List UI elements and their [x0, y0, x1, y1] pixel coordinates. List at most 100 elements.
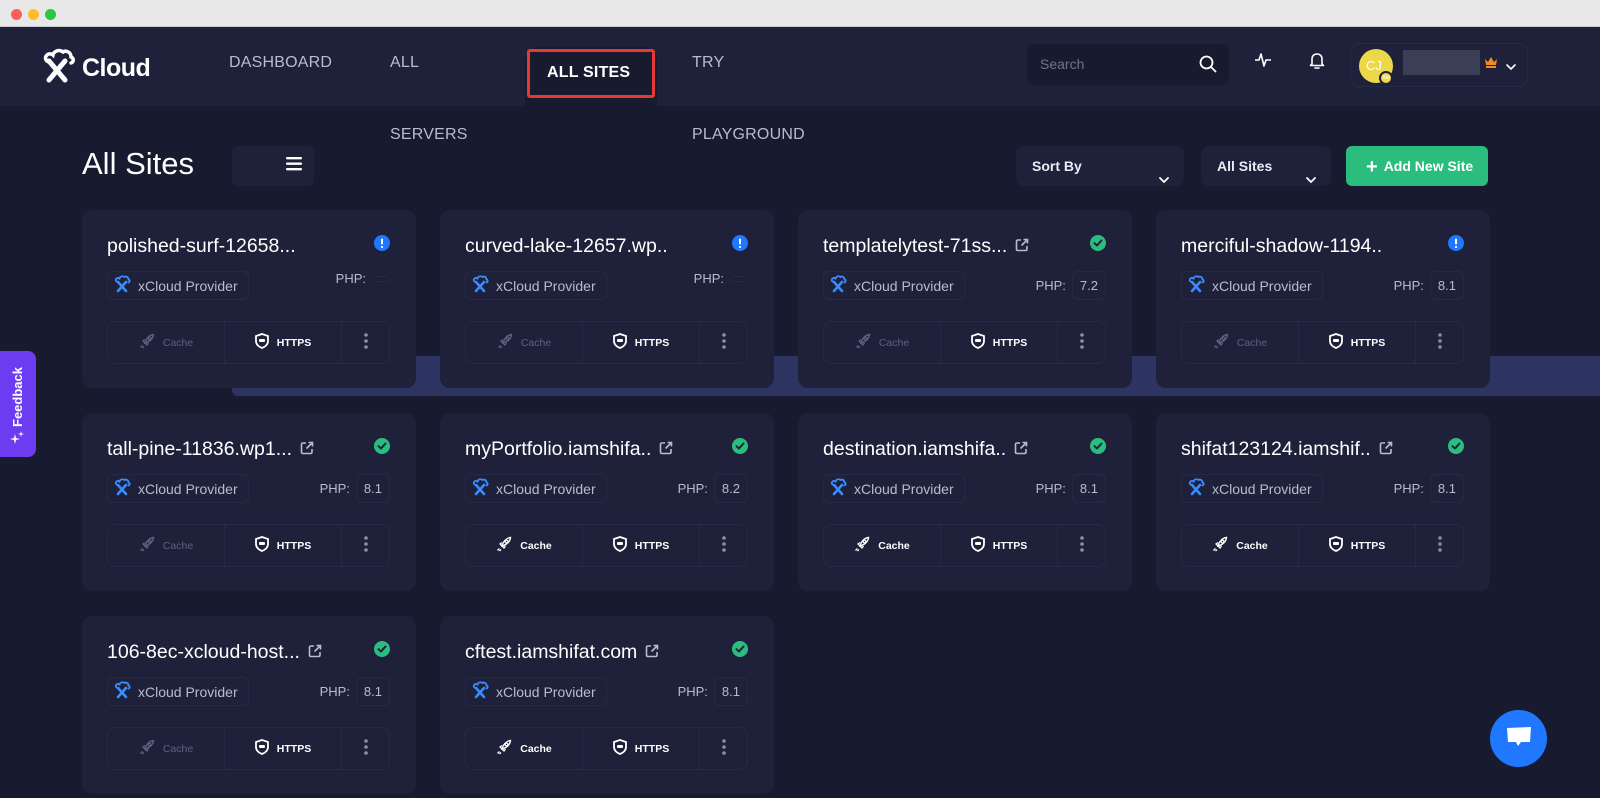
window-close-button[interactable]	[11, 9, 22, 20]
site-card[interactable]: cftest.iamshifat.com xCloud Provider PHP…	[440, 616, 774, 794]
cache-button[interactable]: Cache	[1182, 525, 1299, 566]
https-label: HTTPS	[634, 539, 670, 552]
site-card[interactable]: templatelytest-71ss... xCloud Provider P…	[798, 210, 1132, 388]
bell-icon[interactable]	[1308, 51, 1326, 75]
site-card[interactable]: merciful-shadow-1194.. xCloud Provider P…	[1156, 210, 1490, 388]
search-icon[interactable]	[1199, 55, 1217, 78]
nav-all-sites[interactable]: ALL SITES	[525, 47, 657, 106]
site-card[interactable]: myPortfolio.iamshifa.. xCloud Provider P…	[440, 413, 774, 591]
pulse-icon[interactable]	[1254, 51, 1272, 74]
site-name[interactable]: templatelytest-71ss...	[823, 235, 1007, 258]
more-options-button[interactable]	[700, 728, 747, 769]
provider-badge: xCloud Provider	[1181, 474, 1323, 503]
xcloud-logo[interactable]: Cloud	[40, 48, 151, 89]
xcloud-provider-icon	[1187, 275, 1207, 296]
cache-button[interactable]: Cache	[824, 525, 941, 566]
window-minimize-button[interactable]	[28, 9, 39, 20]
cache-button[interactable]: Cache	[466, 525, 583, 566]
status-ok-icon	[374, 641, 390, 657]
site-card[interactable]: shifat123124.iamshif.. xCloud Provider P…	[1156, 413, 1490, 591]
external-link-icon[interactable]	[645, 641, 659, 664]
external-link-icon[interactable]	[659, 438, 673, 461]
external-link-icon[interactable]	[1015, 235, 1029, 258]
status-ok-icon	[374, 438, 390, 454]
more-options-button[interactable]	[1416, 525, 1463, 566]
search-input[interactable]	[1040, 56, 1190, 72]
provider-name: xCloud Provider	[138, 683, 238, 700]
more-options-button[interactable]	[700, 525, 747, 566]
user-menu[interactable]: CJ AM	[1350, 43, 1528, 87]
site-name[interactable]: 106-8ec-xcloud-host...	[107, 641, 300, 664]
cache-button[interactable]: Cache	[1182, 322, 1299, 363]
add-new-site-button[interactable]: + Add New Site	[1346, 146, 1488, 186]
more-options-button[interactable]	[1058, 525, 1105, 566]
rocket-icon	[497, 333, 513, 352]
rocket-icon	[1213, 333, 1229, 352]
https-button[interactable]: HTTPS	[225, 322, 342, 363]
cache-button[interactable]: Cache	[108, 525, 225, 566]
nav-try-playground[interactable]: TRY PLAYGROUND	[692, 27, 805, 143]
https-button[interactable]: HTTPS	[583, 728, 700, 769]
site-name[interactable]: tall-pine-11836.wp1...	[107, 438, 292, 461]
provider-name: xCloud Provider	[1212, 277, 1312, 294]
php-version: PHP:	[694, 271, 748, 286]
site-actions: Cache HTTPS	[1181, 524, 1464, 567]
kebab-menu-icon	[1079, 333, 1084, 352]
window-maximize-button[interactable]	[45, 9, 56, 20]
chevron-down-icon	[1305, 159, 1317, 199]
https-button[interactable]: HTTPS	[583, 322, 700, 363]
https-button[interactable]: HTTPS	[941, 322, 1058, 363]
more-options-button[interactable]	[1058, 322, 1105, 363]
feedback-tab[interactable]: Feedback	[0, 351, 36, 457]
https-button[interactable]: HTTPS	[583, 525, 700, 566]
php-version: PHP: 8.1	[1394, 474, 1464, 503]
nav-all-servers[interactable]: ALL SERVERS	[390, 27, 468, 143]
php-version: PHP: 8.1	[320, 677, 390, 706]
chat-button[interactable]	[1490, 710, 1547, 767]
https-button[interactable]: HTTPS	[1299, 525, 1416, 566]
cache-label: Cache	[878, 539, 910, 552]
sort-by-select[interactable]: Sort By	[1016, 146, 1184, 186]
site-name[interactable]: myPortfolio.iamshifa..	[465, 438, 651, 461]
nav-dashboard[interactable]: DASHBOARD	[229, 27, 332, 106]
provider-badge: xCloud Provider	[465, 474, 607, 503]
more-options-button[interactable]	[700, 322, 747, 363]
site-card[interactable]: curved-lake-12657.wp.. xCloud Provider P…	[440, 210, 774, 388]
more-options-button[interactable]	[1416, 322, 1463, 363]
https-button[interactable]: HTTPS	[941, 525, 1058, 566]
shield-icon	[612, 333, 627, 352]
provider-badge: xCloud Provider	[823, 474, 965, 503]
cache-button[interactable]: Cache	[824, 322, 941, 363]
site-filter-select[interactable]: All Sites	[1201, 146, 1331, 186]
site-name[interactable]: destination.iamshifa..	[823, 438, 1006, 461]
external-link-icon[interactable]	[308, 641, 322, 664]
provider-badge: xCloud Provider	[465, 271, 607, 300]
cache-button[interactable]: Cache	[108, 728, 225, 769]
site-card[interactable]: destination.iamshifa.. xCloud Provider P…	[798, 413, 1132, 591]
site-card[interactable]: tall-pine-11836.wp1... xCloud Provider P…	[82, 413, 416, 591]
site-card[interactable]: 106-8ec-xcloud-host... xCloud Provider P…	[82, 616, 416, 794]
external-link-icon[interactable]	[1014, 438, 1028, 461]
more-options-button[interactable]	[342, 728, 389, 769]
rocket-icon	[1212, 536, 1228, 555]
cache-button[interactable]: Cache	[466, 322, 583, 363]
site-name[interactable]: cftest.iamshifat.com	[465, 641, 637, 664]
site-name[interactable]: shifat123124.iamshif..	[1181, 438, 1371, 461]
external-link-icon[interactable]	[1379, 438, 1393, 461]
more-options-button[interactable]	[342, 525, 389, 566]
kebab-menu-icon	[363, 739, 368, 758]
site-card[interactable]: polished-surf-12658... xCloud Provider P…	[82, 210, 416, 388]
https-button[interactable]: HTTPS	[1299, 322, 1416, 363]
status-ok-icon	[1090, 438, 1106, 454]
https-button[interactable]: HTTPS	[225, 728, 342, 769]
php-version-value	[372, 275, 390, 282]
site-name[interactable]: merciful-shadow-1194..	[1181, 235, 1382, 258]
list-view-button[interactable]	[273, 146, 314, 186]
external-link-icon[interactable]	[300, 438, 314, 461]
site-name[interactable]: polished-surf-12658...	[107, 235, 296, 258]
cache-button[interactable]: Cache	[108, 322, 225, 363]
more-options-button[interactable]	[342, 322, 389, 363]
cache-button[interactable]: Cache	[466, 728, 583, 769]
https-button[interactable]: HTTPS	[225, 525, 342, 566]
site-name[interactable]: curved-lake-12657.wp..	[465, 235, 668, 258]
